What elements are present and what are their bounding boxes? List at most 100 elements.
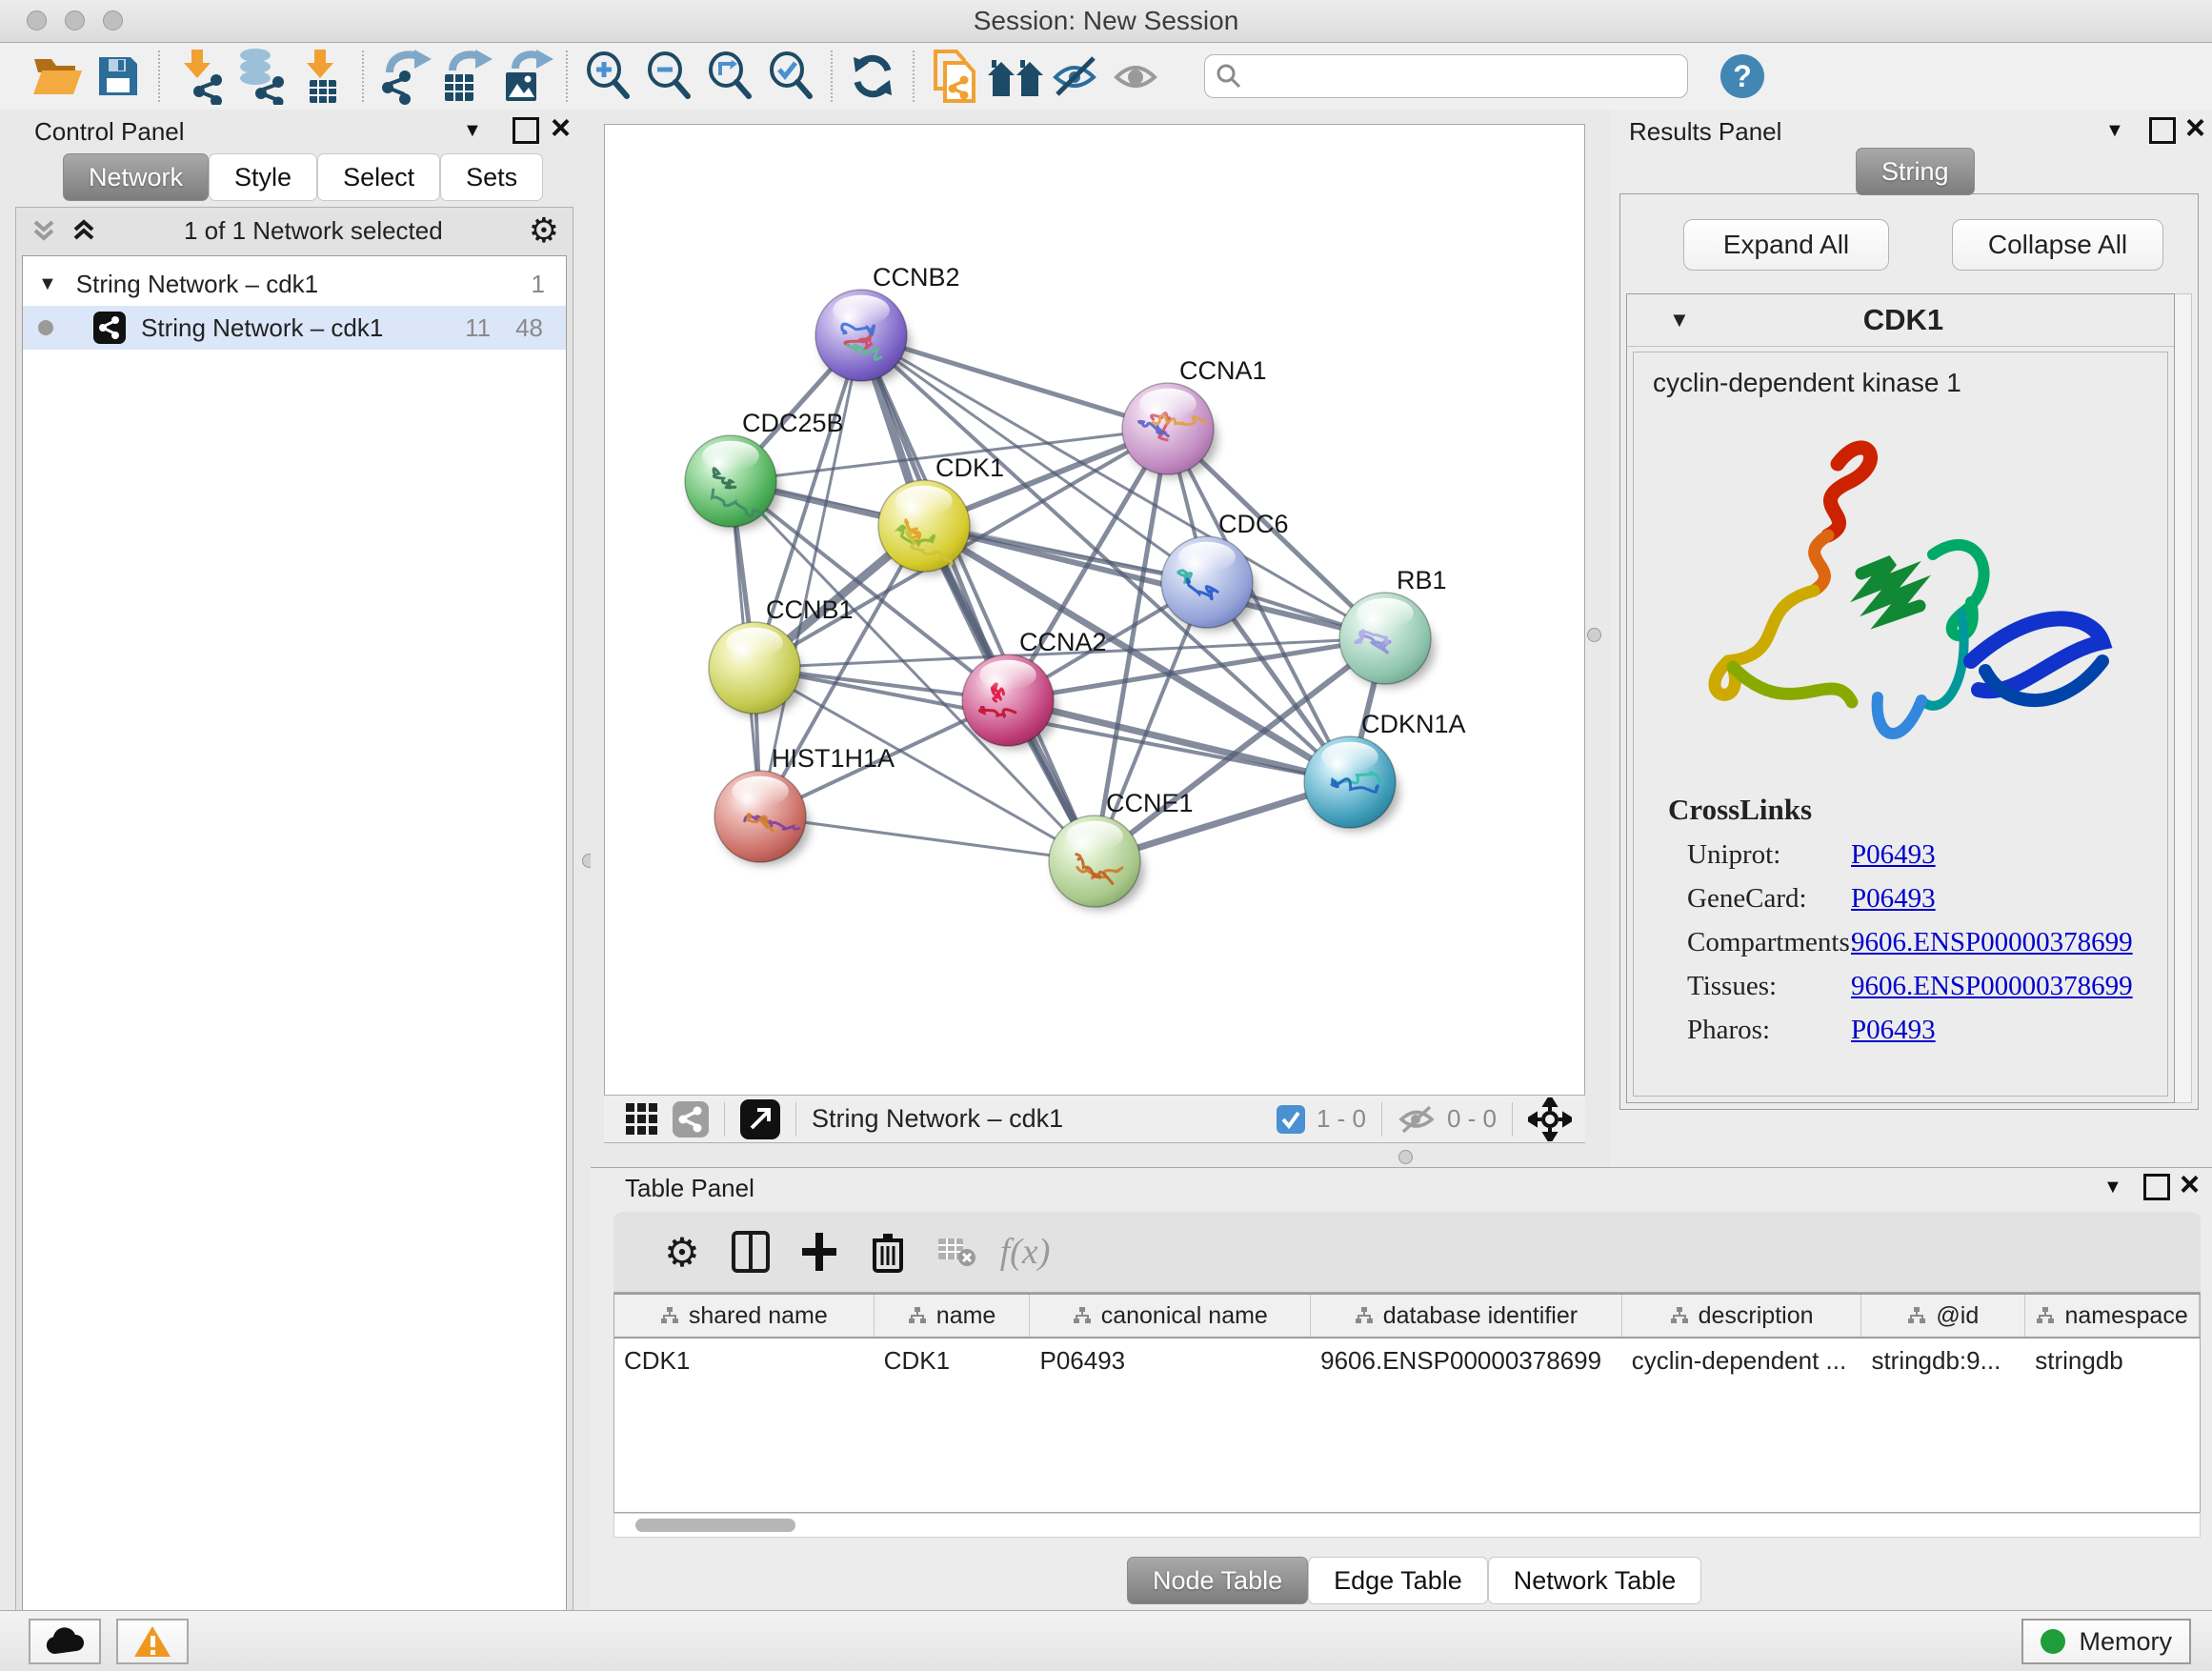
table-cell[interactable]: CDK1 (614, 1339, 875, 1382)
memory-button[interactable]: Memory (2021, 1619, 2191, 1664)
column-header[interactable]: namespace (2025, 1295, 2200, 1337)
table-cell[interactable]: 9606.ENSP00000378699 (1311, 1339, 1622, 1382)
network-node[interactable]: HIST1H1A (714, 744, 895, 865)
expand-all-icon[interactable] (70, 216, 98, 245)
network-list: ▼ String Network – cdk1 1 String Network… (22, 255, 567, 1671)
network-node[interactable]: CDK1 (878, 453, 1004, 574)
selected-checkbox-icon[interactable] (1277, 1105, 1305, 1134)
zoom-in-icon[interactable] (577, 47, 638, 106)
crosslink-link[interactable]: 9606.ENSP00000378699 (1851, 927, 2133, 958)
table-options-gear-icon[interactable]: ⚙ (648, 1229, 716, 1276)
network-options-gear-icon[interactable]: ⚙ (529, 213, 559, 248)
table-hscrollbar-thumb[interactable] (635, 1519, 795, 1532)
import-network-database-icon[interactable] (231, 47, 292, 106)
close-panel-icon[interactable]: × (551, 117, 571, 138)
network-edge[interactable] (924, 526, 1385, 638)
tab-string[interactable]: String (1856, 148, 1975, 195)
delete-table-icon[interactable] (922, 1235, 991, 1269)
fit-content-crosshair-icon[interactable] (1528, 1097, 1572, 1141)
network-node[interactable]: CCNA1 (1122, 356, 1267, 477)
collapse-all-icon[interactable] (30, 216, 58, 245)
close-panel-icon[interactable]: × (2180, 1174, 2200, 1195)
clone-network-icon[interactable] (924, 47, 985, 106)
gene-expand-icon[interactable]: ▼ (1669, 308, 1690, 332)
table-cell[interactable]: stringdb:9... (1861, 1339, 2025, 1382)
export-image-icon[interactable] (495, 47, 556, 106)
column-header[interactable]: @id (1861, 1295, 2025, 1337)
tab-sets[interactable]: Sets (440, 153, 543, 201)
crosslink-link[interactable]: 9606.ENSP00000378699 (1851, 971, 2133, 1002)
right-splitter-handle[interactable] (1587, 628, 1601, 642)
first-neighbors-icon[interactable] (985, 47, 1046, 106)
tab-node-table[interactable]: Node Table (1127, 1557, 1308, 1604)
collapse-panel-icon[interactable]: ▼ (2105, 121, 2124, 140)
open-session-icon[interactable] (27, 47, 88, 106)
network-birdseye-share-icon[interactable] (673, 1101, 709, 1137)
show-columns-icon[interactable] (716, 1231, 785, 1273)
tab-network-table[interactable]: Network Table (1488, 1557, 1702, 1604)
open-in-new-window-icon[interactable] (740, 1099, 780, 1139)
export-network-icon[interactable] (373, 47, 434, 106)
network-node[interactable]: RB1 (1339, 566, 1447, 687)
search-input[interactable] (1243, 61, 1678, 92)
collapse-panel-icon[interactable]: ▼ (463, 121, 482, 140)
network-row[interactable]: String Network – cdk1 11 48 (23, 306, 566, 350)
export-table-icon[interactable] (434, 47, 495, 106)
bottom-splitter-handle[interactable] (1398, 1150, 1413, 1164)
column-header[interactable]: description (1622, 1295, 1862, 1337)
crosslink-link[interactable]: P06493 (1851, 1015, 1936, 1046)
apply-layout-icon[interactable] (842, 47, 903, 106)
help-button[interactable]: ? (1720, 54, 1764, 98)
results-scrollbar-track[interactable] (2174, 293, 2192, 1103)
column-header[interactable]: database identifier (1311, 1295, 1622, 1337)
collapse-all-button[interactable]: Collapse All (1952, 219, 2163, 271)
network-node[interactable]: CCNB1 (709, 595, 854, 716)
expand-all-button[interactable]: Expand All (1683, 219, 1889, 271)
tab-network[interactable]: Network (63, 153, 209, 201)
tab-edge-table[interactable]: Edge Table (1308, 1557, 1488, 1604)
zoom-out-icon[interactable] (638, 47, 699, 106)
hide-selected-icon[interactable] (1046, 47, 1107, 106)
show-all-icon[interactable] (1107, 47, 1168, 106)
network-edge[interactable] (861, 335, 1095, 861)
table-cell[interactable]: CDK1 (875, 1339, 1031, 1382)
node-label: CCNA1 (1179, 356, 1267, 385)
collapse-panel-icon[interactable]: ▼ (2103, 1178, 2122, 1197)
toolbar-separator (724, 1102, 725, 1137)
collection-expand-icon[interactable]: ▼ (38, 273, 57, 295)
warning-button[interactable] (116, 1619, 189, 1664)
close-panel-icon[interactable]: × (2185, 117, 2205, 138)
toolbar-separator (913, 50, 915, 102)
network-collection-row[interactable]: ▼ String Network – cdk1 1 (23, 262, 566, 306)
function-builder-icon[interactable]: f(x) (991, 1231, 1059, 1273)
table-cell[interactable]: stringdb (2025, 1339, 2200, 1382)
float-panel-icon[interactable] (2143, 1174, 2170, 1200)
table-cell[interactable]: P06493 (1030, 1339, 1311, 1382)
tab-select[interactable]: Select (317, 153, 440, 201)
add-column-icon[interactable] (785, 1231, 854, 1273)
table-cell[interactable]: cyclin-dependent ... (1622, 1339, 1862, 1382)
float-panel-icon[interactable] (2149, 117, 2176, 144)
delete-column-icon[interactable] (854, 1231, 922, 1273)
network-node[interactable]: CDKN1A (1304, 710, 1466, 831)
table-tabs: Node Table Edge Table Network Table (1127, 1557, 1701, 1604)
import-network-file-icon[interactable] (170, 47, 231, 106)
import-table-file-icon[interactable] (292, 47, 352, 106)
float-panel-icon[interactable] (513, 117, 539, 144)
zoom-selected-icon[interactable] (760, 47, 821, 106)
save-session-icon[interactable] (88, 47, 149, 106)
column-header[interactable]: name (875, 1295, 1031, 1337)
column-header[interactable]: shared name (614, 1295, 875, 1337)
network-edge[interactable] (760, 816, 1095, 861)
grid-view-icon[interactable] (625, 1102, 659, 1137)
tab-style[interactable]: Style (209, 153, 317, 201)
crosslink-link[interactable]: P06493 (1851, 839, 1936, 871)
title-bar: Session: New Session (0, 0, 2212, 43)
network-canvas[interactable]: CCNB2CCNA1CDC25BCDK1CDC6RB1CCNB1CCNA2CDK… (604, 124, 1585, 1097)
network-node[interactable]: CCNB2 (815, 263, 960, 384)
zoom-fit-icon[interactable] (699, 47, 760, 106)
cloud-status-button[interactable] (29, 1619, 101, 1664)
network-status-dot (38, 320, 53, 335)
column-header[interactable]: canonical name (1030, 1295, 1311, 1337)
crosslink-link[interactable]: P06493 (1851, 883, 1936, 915)
